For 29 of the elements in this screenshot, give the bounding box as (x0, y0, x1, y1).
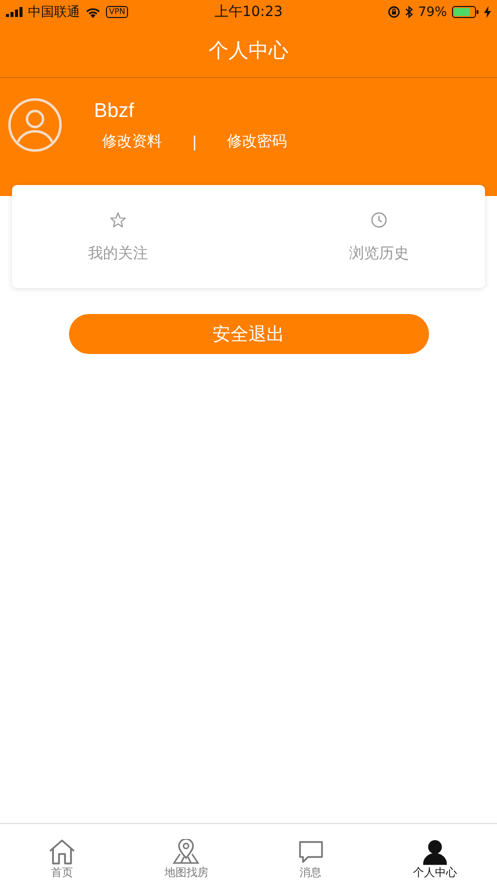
battery-percent: 79% (418, 4, 447, 20)
signal-icon (6, 7, 23, 17)
clock-icon[interactable] (371, 212, 387, 228)
rotation-lock-icon (388, 6, 400, 18)
person-icon (420, 839, 449, 865)
edit-profile-link[interactable]: 修改资料 (102, 132, 162, 151)
user-name: Bbzf (94, 100, 136, 123)
tab-item[interactable]: 个人中心 (372, 824, 497, 883)
tab-item[interactable]: 消息 (248, 824, 373, 883)
page-title: 个人中心 (208, 37, 288, 64)
change-password-link[interactable]: 修改密码 (227, 132, 288, 151)
tab-item[interactable]: 首页 (0, 824, 124, 883)
tab-item[interactable]: 地图找房 (124, 824, 248, 883)
bluetooth-icon (405, 6, 414, 18)
avatar-icon[interactable] (8, 98, 62, 152)
clock-time: 上午10:23 (214, 3, 283, 21)
shortcut-label[interactable]: 浏览历史 (349, 244, 409, 263)
carrier-name: 中国联通 (28, 4, 80, 21)
link-separator: | (192, 132, 198, 150)
battery-icon (452, 6, 479, 18)
shortcut-label[interactable]: 我的关注 (88, 244, 148, 263)
chat-icon (296, 839, 325, 865)
star-icon[interactable] (110, 212, 126, 228)
charging-icon (484, 6, 491, 18)
logout-button[interactable]: 安全退出 (68, 314, 428, 354)
vpn-badge: VPN (106, 6, 128, 18)
map-pin-icon (172, 839, 200, 865)
wifi-icon (85, 6, 101, 18)
home-icon (48, 839, 76, 865)
